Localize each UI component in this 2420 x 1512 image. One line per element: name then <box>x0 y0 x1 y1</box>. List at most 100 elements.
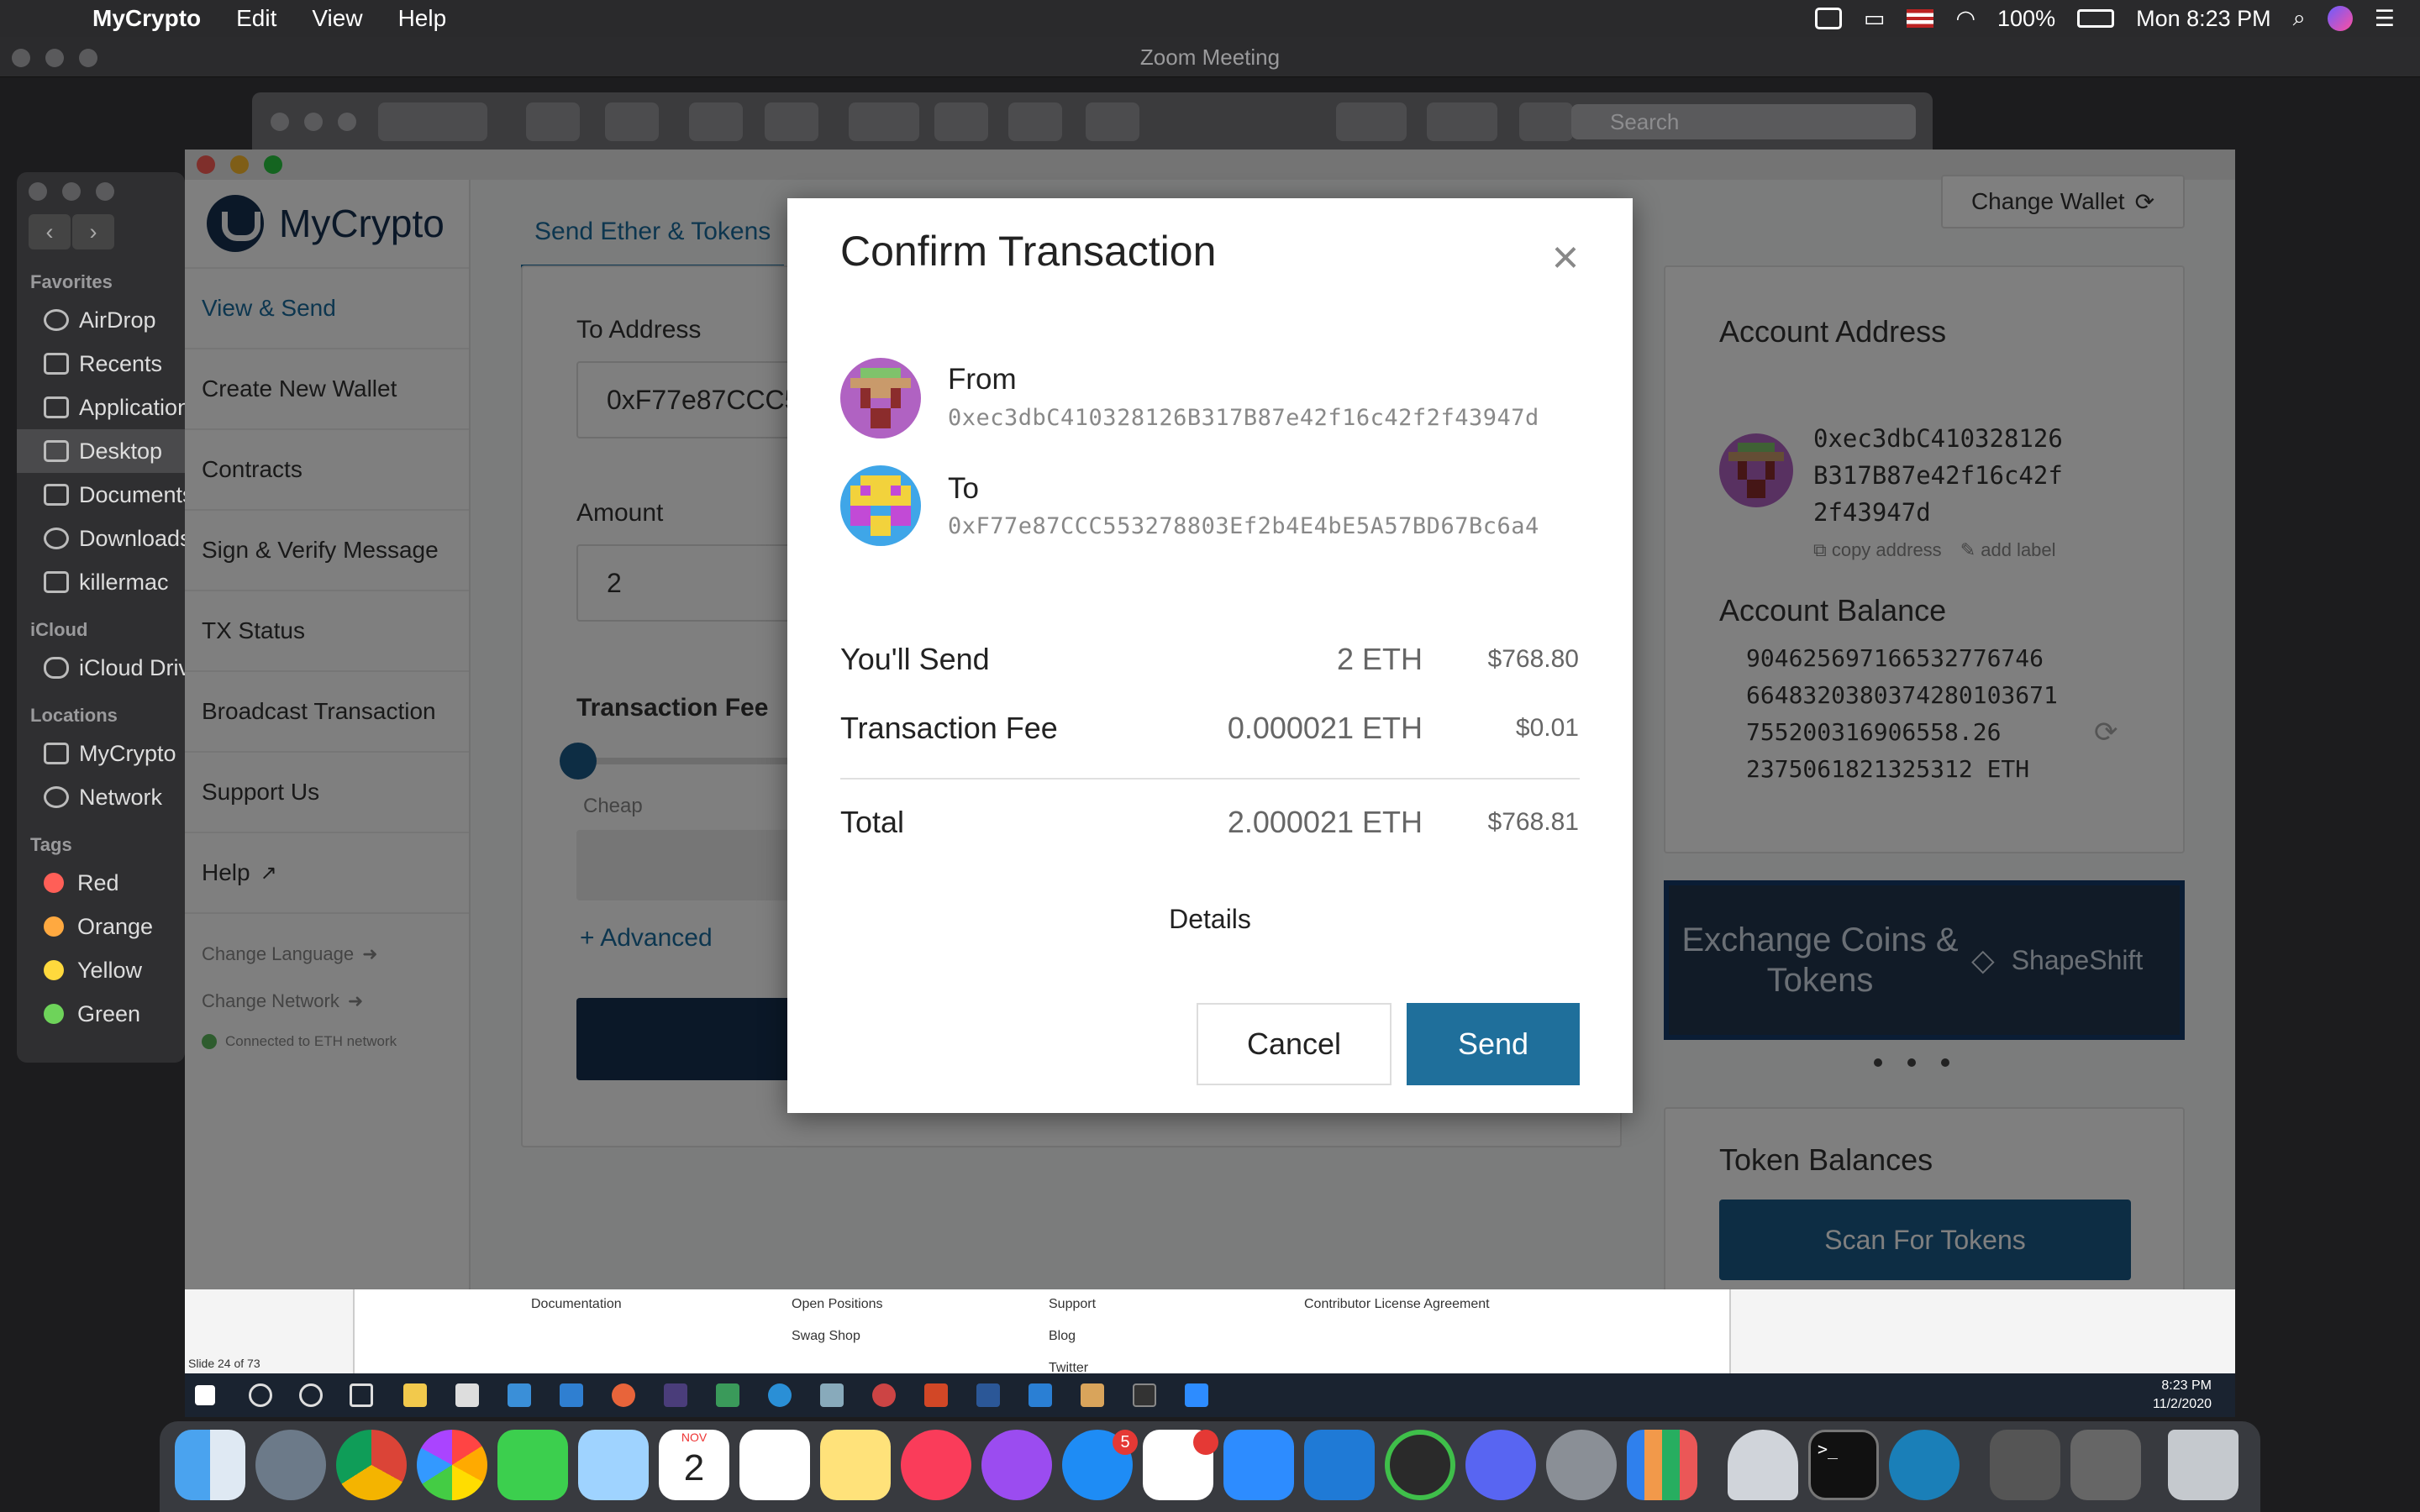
desktop-stack-icon[interactable] <box>1990 1430 2060 1500</box>
slack-icon[interactable] <box>1143 1430 1218 1500</box>
word-icon[interactable] <box>976 1383 1000 1407</box>
maps-icon[interactable] <box>578 1430 649 1500</box>
finder-item-documents[interactable]: Documents <box>17 473 185 517</box>
music-icon[interactable] <box>901 1430 971 1500</box>
app-store-icon[interactable]: 5 <box>1062 1430 1138 1500</box>
discord-icon[interactable] <box>1465 1430 1536 1500</box>
finder-item-recents[interactable]: Recents <box>17 342 185 386</box>
finder-item-network[interactable]: Network <box>17 775 185 819</box>
notes-minimize-button[interactable] <box>304 113 323 131</box>
battery-icon[interactable] <box>2077 9 2115 28</box>
store-icon[interactable] <box>455 1383 479 1407</box>
finder-tag-red[interactable]: Red <box>17 861 185 905</box>
notes-icon[interactable] <box>820 1430 891 1500</box>
launchpad-icon[interactable] <box>255 1430 326 1500</box>
finder-item-applications[interactable]: Applications <box>17 386 185 429</box>
siri-icon[interactable] <box>2327 6 2353 31</box>
finder-item-desktop[interactable]: Desktop <box>17 429 185 473</box>
notes-zoom-button[interactable] <box>338 113 356 131</box>
reminders-icon[interactable] <box>739 1430 810 1500</box>
finder-item-mycrypto-volume[interactable]: MyCrypto <box>17 732 185 775</box>
notes-checklist-icon[interactable] <box>1008 102 1062 141</box>
mail-icon[interactable] <box>560 1383 583 1407</box>
windows-clock[interactable]: 8:23 PM 11/2/2020 <box>2153 1377 2212 1414</box>
notes-photo-icon[interactable] <box>1336 102 1407 141</box>
input-source-flag-icon[interactable] <box>1907 9 1934 28</box>
wifi-icon[interactable]: ◠ <box>1955 6 1975 32</box>
file-explorer-icon[interactable] <box>403 1383 427 1407</box>
app-icon[interactable] <box>820 1383 844 1407</box>
task-view-icon[interactable] <box>350 1383 373 1407</box>
trash-icon[interactable] <box>2168 1430 2238 1500</box>
notes-search-input[interactable]: Search <box>1571 104 1916 139</box>
calendar-icon[interactable]: NOV 2 <box>659 1430 729 1500</box>
notes-delete-icon[interactable] <box>689 102 743 141</box>
notes-sidebar-icon[interactable] <box>526 102 580 141</box>
zoom-icon[interactable] <box>1185 1383 1208 1407</box>
numbers-icon[interactable] <box>1627 1430 1697 1500</box>
finder-tag-yellow[interactable]: Yellow <box>17 948 185 992</box>
finder-item-icloud-drive[interactable]: iCloud Drive <box>17 646 185 690</box>
zoom-close-button[interactable] <box>12 49 30 67</box>
notes-table-icon[interactable] <box>934 102 988 141</box>
notes-view-toggle[interactable] <box>378 102 487 141</box>
menu-help[interactable]: Help <box>398 5 447 32</box>
spotlight-search-icon[interactable]: ⌕ <box>2293 5 2306 32</box>
vscode-icon[interactable] <box>1304 1430 1375 1500</box>
downloads-stack-icon[interactable] <box>2070 1430 2141 1500</box>
windows-search-icon[interactable] <box>249 1383 272 1407</box>
app-icon[interactable] <box>664 1383 687 1407</box>
windows-start-icon[interactable] <box>195 1385 215 1405</box>
notes-share-icon[interactable] <box>1519 102 1573 141</box>
finder-zoom-button[interactable] <box>96 182 114 201</box>
linkedin-app-icon[interactable] <box>508 1383 531 1407</box>
notes-collaborate-icon[interactable] <box>1427 102 1497 141</box>
facetime-icon[interactable] <box>497 1430 568 1500</box>
notes-close-button[interactable] <box>271 113 289 131</box>
send-button[interactable]: Send <box>1407 1003 1580 1085</box>
firefox-icon[interactable] <box>612 1383 635 1407</box>
chrome-icon[interactable] <box>336 1430 407 1500</box>
zoom-zoom-button[interactable] <box>79 49 97 67</box>
finder-tag-green[interactable]: Green <box>17 992 185 1036</box>
menu-edit[interactable]: Edit <box>236 5 276 32</box>
zoom-status-icon[interactable] <box>1814 8 1842 29</box>
menu-clock[interactable]: Mon 8:23 PM <box>2136 6 2271 32</box>
notification-center-icon[interactable]: ☰ <box>2375 6 2395 32</box>
notes-compose-icon[interactable] <box>765 102 818 141</box>
details-toggle[interactable]: Details <box>787 904 1633 935</box>
finder-back-icon[interactable]: ‹ <box>29 214 71 249</box>
finder-item-home[interactable]: killermac <box>17 560 185 604</box>
close-icon[interactable]: × <box>1540 232 1591 282</box>
finder-item-downloads[interactable]: Downloads <box>17 517 185 560</box>
zoom-minimize-button[interactable] <box>45 49 64 67</box>
chrome-icon[interactable] <box>872 1383 896 1407</box>
cortana-icon[interactable] <box>299 1383 323 1407</box>
cancel-button[interactable]: Cancel <box>1197 1003 1392 1085</box>
menu-view[interactable]: View <box>312 5 362 32</box>
terminal-icon[interactable]: >_ <box>1808 1430 1879 1500</box>
notes-attachments-icon[interactable] <box>605 102 659 141</box>
finder-forward-icon[interactable]: › <box>72 214 114 249</box>
activity-app-icon[interactable] <box>1385 1430 1455 1500</box>
edge-icon[interactable] <box>768 1383 792 1407</box>
menu-app-name[interactable]: MyCrypto <box>92 5 201 32</box>
finder-item-airdrop[interactable]: AirDrop <box>17 298 185 342</box>
finder-minimize-button[interactable] <box>62 182 81 201</box>
vscode-icon[interactable] <box>1028 1383 1052 1407</box>
finder-icon[interactable] <box>175 1430 245 1500</box>
terminal-icon[interactable] <box>1133 1383 1156 1407</box>
app-icon[interactable] <box>716 1383 739 1407</box>
mycrypto-dock-icon[interactable] <box>1889 1430 1960 1500</box>
photos-icon[interactable] <box>417 1430 487 1500</box>
system-preferences-icon[interactable] <box>1546 1430 1617 1500</box>
finder-close-button[interactable] <box>29 182 47 201</box>
notes-lock-icon[interactable] <box>849 102 919 141</box>
zoom-icon[interactable] <box>1223 1430 1294 1500</box>
finder-tag-orange[interactable]: Orange <box>17 905 185 948</box>
airplay-icon[interactable]: ▭ <box>1864 6 1886 32</box>
notes-format-icon[interactable] <box>1086 102 1139 141</box>
powerpoint-icon[interactable] <box>924 1383 948 1407</box>
podcasts-icon[interactable] <box>981 1430 1052 1500</box>
app-icon[interactable] <box>1081 1383 1104 1407</box>
